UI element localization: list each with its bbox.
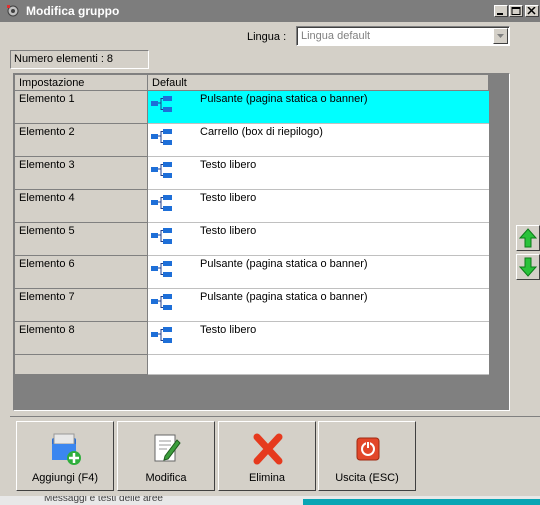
close-button[interactable] [525, 5, 539, 17]
delete-button[interactable]: Elimina [218, 421, 316, 491]
tree-structure-icon [151, 162, 172, 178]
dropdown-arrow-button[interactable] [493, 28, 508, 44]
tree-structure-icon [151, 195, 172, 211]
window-titlebar[interactable]: Modifica gruppo [0, 0, 540, 22]
language-select[interactable]: Lingua default [296, 26, 510, 46]
minimize-icon [497, 13, 503, 15]
action-toolbar: Aggiungi (F4) Modifica Elimina Uscita (E… [10, 416, 540, 495]
table-row[interactable]: Elemento 4 Testo libero [15, 190, 489, 223]
row-value-cell[interactable] [148, 355, 489, 375]
add-folder-icon [52, 433, 81, 465]
table-row[interactable]: Elemento 8 Testo libero [15, 322, 489, 355]
minimize-button[interactable] [494, 5, 508, 17]
language-label: Lingua : [247, 31, 287, 43]
power-exit-icon [356, 437, 380, 461]
row-value-cell[interactable]: Pulsante (pagina statica o banner) [148, 256, 489, 289]
row-value-cell[interactable]: Testo libero [148, 322, 489, 355]
row-label: Elemento 4 [15, 190, 148, 223]
table-row[interactable]: Elemento 6 Pulsante (pagina statica o ba… [15, 256, 489, 289]
row-value-cell[interactable]: Pulsante (pagina statica o banner) [148, 289, 489, 322]
row-value-cell[interactable]: Testo libero [148, 157, 489, 190]
exit-button[interactable]: Uscita (ESC) [318, 421, 416, 491]
move-down-button[interactable] [516, 254, 540, 280]
close-icon [527, 7, 536, 15]
row-value-cell[interactable]: Testo libero [148, 223, 489, 256]
tree-structure-icon [151, 327, 172, 343]
column-header-setting[interactable]: Impostazione [15, 75, 148, 91]
window-title: Modifica gruppo [26, 4, 120, 18]
add-button[interactable]: Aggiungi (F4) [16, 421, 114, 491]
row-value-cell[interactable]: Carrello (box di riepilogo) [148, 124, 489, 157]
maximize-icon [511, 7, 521, 15]
background-window-text: Messaggi e testi delle aree [44, 496, 163, 504]
tree-structure-icon [151, 294, 172, 310]
tree-structure-icon [151, 228, 172, 244]
table-row[interactable]: Elemento 3 Testo libero [15, 157, 489, 190]
empty-row[interactable] [15, 355, 489, 375]
arrow-up-icon [519, 228, 537, 248]
row-label: Elemento 8 [15, 322, 148, 355]
delete-x-icon [253, 433, 283, 465]
row-label: Elemento 1 [15, 91, 148, 124]
background-window-strip: Messaggi e testi delle aree [0, 496, 540, 505]
element-count-box: Numero elementi : 8 [10, 50, 149, 69]
maximize-button[interactable] [509, 5, 523, 17]
element-count-text: Numero elementi : 8 [14, 53, 114, 65]
table-row[interactable]: Elemento 1 Pulsante (pagina statica o ba… [15, 91, 489, 124]
row-label: Elemento 2 [15, 124, 148, 157]
settings-grid: Impostazione Default Elemento 1 Pulsante… [15, 75, 489, 375]
row-label [15, 355, 148, 375]
edit-button[interactable]: Modifica [117, 421, 215, 491]
row-value-cell[interactable]: Pulsante (pagina statica o banner) [148, 91, 489, 124]
language-value: Lingua default [301, 30, 371, 42]
app-gear-icon [7, 5, 19, 17]
row-label: Elemento 6 [15, 256, 148, 289]
row-label: Elemento 7 [15, 289, 148, 322]
background-teal-bar [303, 499, 540, 505]
chevron-down-icon [497, 34, 504, 38]
move-up-button[interactable] [516, 225, 540, 251]
arrow-down-icon [519, 257, 537, 277]
tree-structure-icon [151, 261, 172, 277]
table-row[interactable]: Elemento 5 Testo libero [15, 223, 489, 256]
tree-structure-icon [151, 129, 172, 145]
row-label: Elemento 5 [15, 223, 148, 256]
row-label: Elemento 3 [15, 157, 148, 190]
table-row[interactable]: Elemento 7 Pulsante (pagina statica o ba… [15, 289, 489, 322]
tree-structure-icon [151, 96, 172, 112]
edit-document-icon [154, 434, 181, 462]
grid-panel: Impostazione Default Elemento 1 Pulsante… [13, 73, 510, 411]
row-value-cell[interactable]: Testo libero [148, 190, 489, 223]
column-header-default[interactable]: Default [148, 75, 489, 91]
table-row[interactable]: Elemento 2 Carrello (box di riepilogo) [15, 124, 489, 157]
